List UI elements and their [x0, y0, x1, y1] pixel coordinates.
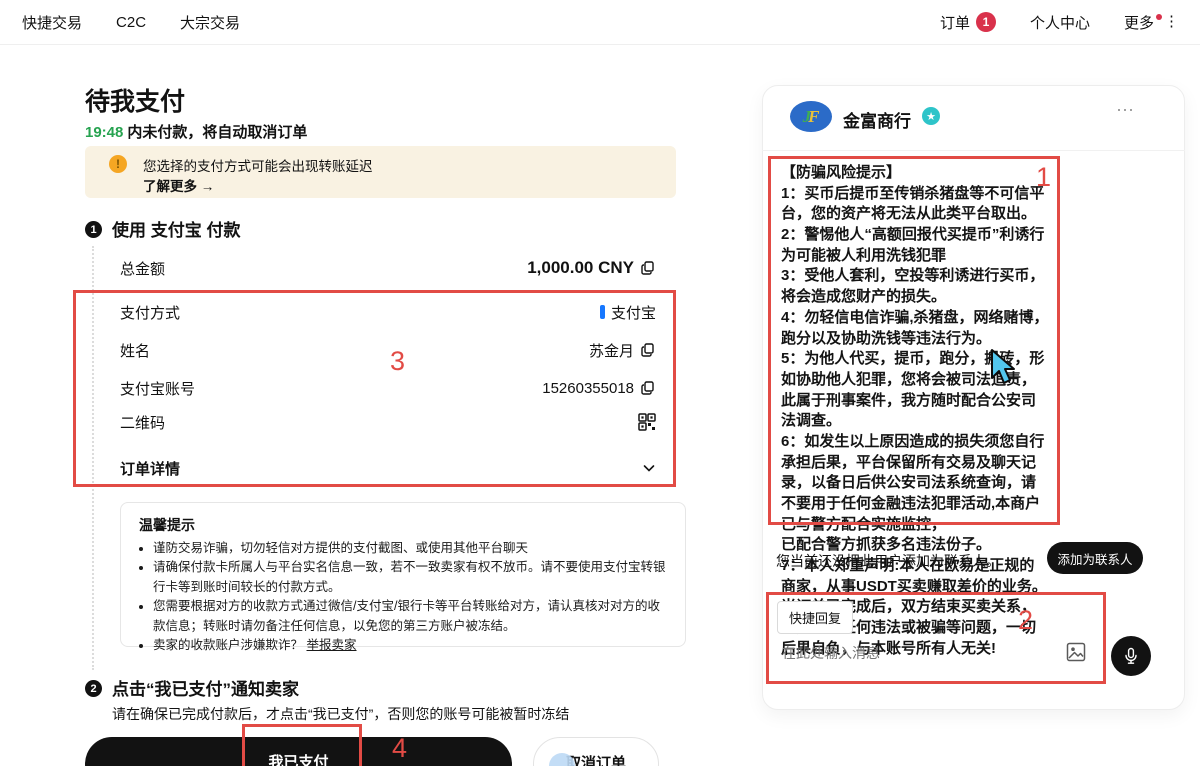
report-prefix: 卖家的收款账户涉嫌欺诈？ — [153, 638, 303, 652]
copy-icon[interactable] — [640, 380, 656, 396]
cancel-button-label: 取消订单 — [566, 752, 626, 766]
payment-method-label: 支付方式 — [120, 302, 180, 323]
paid-button[interactable]: 我已支付 — [85, 737, 512, 766]
tip-item: 您需要根据对方的收款方式通过微信/支付宝/银行卡等平台转账给对方，请认真核对对方… — [153, 597, 667, 636]
contact-note: 您当前还没把此用户添加为联系人。 — [776, 551, 1000, 571]
countdown-timer: 19:48 — [85, 124, 123, 141]
warning-text: 您选择的支付方式可能会出现转账延迟 — [143, 155, 373, 175]
nav-item-c2c[interactable]: C2C — [116, 14, 146, 31]
payment-method-row: 支付方式 支付宝 — [120, 300, 656, 324]
copy-icon[interactable] — [640, 342, 656, 358]
chat-more-menu-icon[interactable]: ⋯ — [1116, 100, 1135, 121]
step2-subtitle: 请在确保已完成付款后，才点击“我已支付”，否则您的账号可能被暂时冻结 — [112, 704, 569, 724]
nav-right: 订单 1 个人中心 更多 ⋮ — [940, 12, 1178, 33]
countdown-suffix: 内未付款，将自动取消订单 — [127, 124, 307, 141]
nav-item-orders[interactable]: 订单 1 — [940, 12, 996, 33]
payee-name-row: 姓名 苏金月 — [120, 338, 656, 362]
payment-delay-warning: ! 您选择的支付方式可能会出现转账延迟 了解更多 → — [85, 146, 676, 198]
top-nav: 快捷交易 C2C 大宗交易 订单 1 个人中心 更多 ⋮ — [0, 0, 1200, 45]
orders-badge: 1 — [976, 12, 996, 32]
add-contact-label: 添加为联系人 — [1057, 549, 1132, 568]
copy-icon[interactable] — [640, 260, 656, 276]
microphone-icon — [1122, 647, 1140, 665]
payee-name-label: 姓名 — [120, 340, 150, 361]
nav-item-profile[interactable]: 个人中心 — [1030, 12, 1090, 33]
add-contact-button[interactable]: 添加为联系人 — [1047, 542, 1143, 574]
qr-code-row: 二维码 — [120, 410, 656, 434]
step1-number: 1 — [85, 221, 102, 238]
order-details-label: 订单详情 — [120, 458, 180, 479]
qr-code-icon[interactable] — [638, 413, 656, 431]
quick-reply-button[interactable]: 快捷回复 — [777, 601, 853, 634]
input-divider — [778, 682, 1100, 683]
nav-item-express-trade[interactable]: 快捷交易 — [22, 12, 82, 33]
total-amount-row: 总金额 1,000.00 CNY — [120, 256, 656, 280]
nav-item-block-trade[interactable]: 大宗交易 — [180, 12, 240, 33]
message-line: 2：警惕他人“高额回报代买提币”利诱行为可能被人利用洗钱犯罪 — [781, 225, 1049, 266]
merchant-name[interactable]: 金富商行 — [843, 107, 911, 132]
paid-button-label: 我已支付 — [268, 751, 328, 766]
chat-message-input[interactable] — [780, 644, 1055, 662]
step2-title: 点击“我已支付”通知卖家 — [112, 675, 299, 700]
countdown-line: 19:48内未付款，将自动取消订单 — [85, 121, 307, 142]
kebab-menu-icon: ⋮ — [1164, 12, 1178, 30]
alipay-icon — [600, 305, 605, 319]
send-image-icon[interactable] — [1066, 642, 1086, 667]
alipay-account-label: 支付宝账号 — [120, 378, 195, 399]
merchant-avatar[interactable]: J F — [790, 101, 832, 132]
learn-more-link[interactable]: 了解更多 → — [143, 175, 214, 195]
tips-title: 温馨提示 — [139, 515, 667, 535]
safety-tips-box: 温馨提示 谨防交易诈骗，切勿轻信对方提供的支付截图、或使用其他平台聊天 请确保付… — [120, 502, 686, 647]
page: 快捷交易 C2C 大宗交易 订单 1 个人中心 更多 ⋮ 待我支付 19:48内… — [0, 0, 1200, 766]
avatar-letter: F — [808, 108, 819, 125]
orders-label: 订单 — [940, 12, 970, 33]
step1-title: 使用 支付宝 付款 — [112, 216, 240, 241]
nav-left: 快捷交易 C2C 大宗交易 — [22, 12, 240, 33]
tips-list: 谨防交易诈骗，切勿轻信对方提供的支付截图、或使用其他平台聊天 请确保付款卡所属人… — [139, 539, 667, 655]
chat-header-divider — [762, 150, 1185, 151]
notification-dot-icon — [1156, 14, 1162, 20]
verified-badge-icon: ★ — [922, 107, 940, 125]
step-connector-line — [92, 246, 94, 670]
voice-message-button[interactable] — [1111, 636, 1151, 676]
message-line: 【防骗风险提示】 — [781, 163, 1049, 184]
payment-method-value: 支付宝 — [611, 302, 656, 323]
merchant-message: 【防骗风险提示】 1：买币后提币至传销杀猪盘等不可信平台，您的资产将无法从此类平… — [781, 163, 1049, 660]
message-line: 1：买币后提币至传销杀猪盘等不可信平台，您的资产将无法从此类平台取出。 — [781, 184, 1049, 225]
qr-code-label: 二维码 — [120, 412, 165, 433]
message-line: 4：勿轻信电信诈骗,杀猪盘，网络赌博，跑分以及协助洗钱等违法行为。 — [781, 308, 1049, 349]
chevron-down-icon — [642, 461, 656, 475]
order-details-row[interactable]: 订单详情 — [120, 456, 656, 480]
page-title: 待我支付 — [85, 82, 185, 118]
report-seller-link[interactable]: 举报卖家 — [307, 638, 357, 652]
message-line: 3：受他人套利，空投等利诱进行买币，将会造成您财产的损失。 — [781, 266, 1049, 307]
total-amount-label: 总金额 — [120, 258, 165, 279]
warning-icon: ! — [109, 155, 127, 173]
tip-item: 请确保付款卡所属人与平台实名信息一致，若不一致卖家有权不放币。请不要使用支付宝转… — [153, 558, 667, 597]
message-line: 6：如发生以上原因造成的损失须您自行承担后果，平台保留所有交易及聊天记录，以备日… — [781, 432, 1049, 535]
tip-item: 卖家的收款账户涉嫌欺诈？ 举报卖家 — [153, 636, 667, 655]
step2-number: 2 — [85, 680, 102, 697]
total-amount-value: 1,000.00 CNY — [527, 258, 634, 278]
nav-item-more[interactable]: 更多 ⋮ — [1124, 12, 1178, 33]
alipay-account-row: 支付宝账号 15260355018 — [120, 376, 656, 400]
tip-item: 谨防交易诈骗，切勿轻信对方提供的支付截图、或使用其他平台聊天 — [153, 539, 667, 558]
payee-name-value: 苏金月 — [589, 340, 634, 361]
message-line: 5：为他人代买，提币，跑分，搬砖，形如协助他人犯罪，您将会被司法追责，此属于刑事… — [781, 349, 1049, 432]
alipay-account-value: 15260355018 — [542, 380, 634, 397]
more-label: 更多 — [1124, 12, 1154, 33]
